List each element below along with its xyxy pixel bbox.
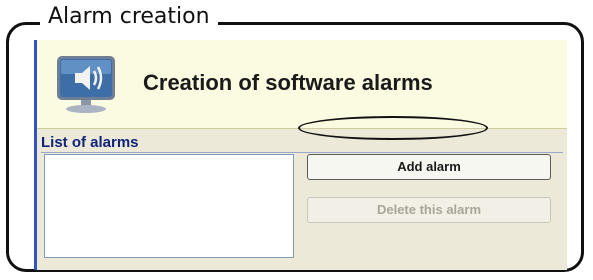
frame-title: Alarm creation	[40, 2, 218, 32]
delete-alarm-button[interactable]: Delete this alarm	[307, 197, 551, 223]
speaker-monitor-icon	[51, 52, 121, 114]
alarm-list-label: List of alarms	[41, 134, 139, 151]
alarm-listbox[interactable]	[44, 154, 294, 258]
panel-header: Creation of software alarms	[37, 40, 567, 129]
page-title: Creation of software alarms	[143, 70, 433, 95]
alarm-panel: Creation of software alarms List of alar…	[34, 40, 567, 270]
section-divider	[41, 152, 563, 153]
add-alarm-button[interactable]: Add alarm	[307, 154, 551, 180]
